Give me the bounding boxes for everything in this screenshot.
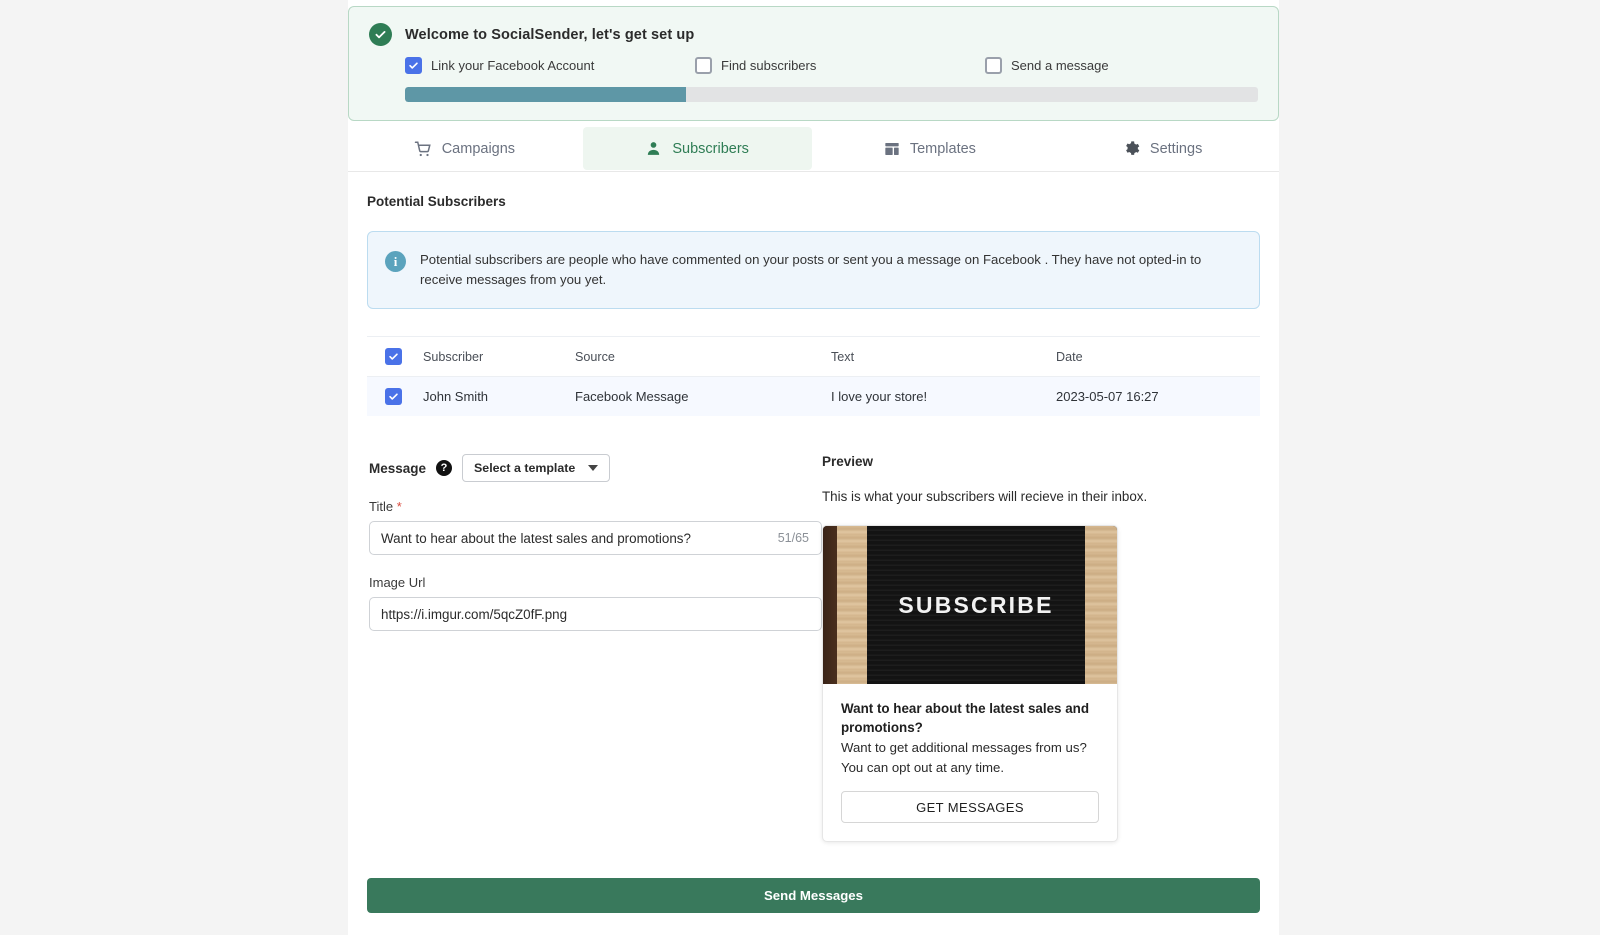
subscribers-table: Subscriber Source Text Date John Smith F… xyxy=(367,336,1260,417)
table-header-row: Subscriber Source Text Date xyxy=(367,336,1260,377)
tab-campaigns[interactable]: Campaigns xyxy=(350,127,579,170)
column-header-source[interactable]: Source xyxy=(575,337,831,377)
help-icon[interactable]: ? xyxy=(436,460,453,477)
row-checkbox[interactable] xyxy=(385,388,402,406)
title-label-text: Title xyxy=(369,499,394,515)
progress-fill xyxy=(405,87,687,102)
column-header-date[interactable]: Date xyxy=(1056,337,1260,377)
preview-card-text: Want to get additional messages from us?… xyxy=(841,740,1087,775)
preview-subtext: This is what your subscribers will recie… xyxy=(822,489,1148,505)
message-row: Message ? Select a template xyxy=(369,454,822,483)
image-frame-left xyxy=(837,526,867,685)
cell-date: 2023-05-07 16:27 xyxy=(1056,389,1159,405)
tab-label: Subscribers xyxy=(672,140,749,157)
step-label: Find subscribers xyxy=(721,58,817,73)
tab-settings[interactable]: Settings xyxy=(1048,127,1277,170)
app-window: Welcome to SocialSender, let's get set u… xyxy=(348,0,1279,935)
title-input-wrapper[interactable]: Want to hear about the latest sales and … xyxy=(369,521,822,556)
onboarding-banner: Welcome to SocialSender, let's get set u… xyxy=(348,6,1279,121)
column-header-subscriber[interactable]: Subscriber xyxy=(423,337,575,377)
table-body: John Smith Facebook Message I love your … xyxy=(367,376,1260,417)
cell-subscriber: John Smith xyxy=(423,389,489,405)
tab-label: Settings xyxy=(1149,140,1203,157)
info-icon: i xyxy=(385,251,406,272)
info-banner-text: Potential subscribers are people who hav… xyxy=(420,252,1202,288)
preview-get-messages-button[interactable]: GET MESSAGES xyxy=(841,791,1099,824)
row-checkbox-cell[interactable] xyxy=(367,377,423,417)
step-checkbox[interactable] xyxy=(985,57,1002,74)
gear-icon xyxy=(1123,140,1140,157)
onboarding-steps: Link your Facebook Account Find subscrib… xyxy=(405,57,1258,74)
image-url-input[interactable]: https://i.imgur.com/5qcZ0fF.png xyxy=(381,607,809,622)
person-icon xyxy=(645,140,662,157)
title-input[interactable]: Want to hear about the latest sales and … xyxy=(381,531,778,546)
select-all-checkbox[interactable] xyxy=(385,348,402,366)
chevron-down-icon xyxy=(588,465,599,472)
cell-text: I love your store! xyxy=(831,389,928,405)
preview-card: SUBSCRIBE Want to hear about the latest … xyxy=(822,525,1118,843)
info-banner: i Potential subscribers are people who h… xyxy=(367,231,1260,310)
check-circle-icon xyxy=(369,23,392,46)
image-frame-right xyxy=(1085,526,1117,685)
preview-card-title: Want to hear about the latest sales and … xyxy=(841,701,1090,736)
cell-source: Facebook Message xyxy=(575,389,689,405)
onboarding-title: Welcome to SocialSender, let's get set u… xyxy=(405,26,695,43)
cart-icon xyxy=(414,140,432,158)
template-select[interactable]: Select a template xyxy=(462,454,611,483)
onboarding-step-link-facebook[interactable]: Link your Facebook Account xyxy=(405,57,695,74)
image-url-field-label: Image Url xyxy=(369,575,426,591)
message-label: Message xyxy=(369,460,427,476)
title-field-label: Title * xyxy=(369,499,822,514)
select-all-checkbox-cell[interactable] xyxy=(367,337,423,377)
template-select-value: Select a template xyxy=(474,461,576,476)
composer-section: Message ? Select a template Title * Want… xyxy=(367,454,1260,843)
letterboard-text: SUBSCRIBE xyxy=(898,591,1054,618)
onboarding-step-send-message[interactable]: Send a message xyxy=(985,57,1109,74)
main-content: Potential Subscribers i Potential subscr… xyxy=(348,172,1279,878)
step-label: Link your Facebook Account xyxy=(431,58,595,73)
tab-label: Campaigns xyxy=(441,140,516,157)
preview-panel: Preview This is what your subscribers wi… xyxy=(822,454,1260,843)
send-messages-button[interactable]: Send Messages xyxy=(367,878,1260,914)
layout-icon xyxy=(884,141,900,157)
title-char-counter: 51/65 xyxy=(777,531,809,546)
image-frame-dark-edge xyxy=(823,526,837,685)
onboarding-progress-bar xyxy=(405,87,1258,102)
tab-label: Templates xyxy=(909,140,976,157)
column-header-text[interactable]: Text xyxy=(831,337,1056,377)
onboarding-header: Welcome to SocialSender, let's get set u… xyxy=(369,23,1258,46)
message-form: Message ? Select a template Title * Want… xyxy=(367,454,822,842)
preview-card-body: Want to hear about the latest sales and … xyxy=(823,684,1117,841)
main-tab-bar: Campaigns Subscribers Templates Settings xyxy=(348,126,1279,172)
preview-image: SUBSCRIBE xyxy=(823,526,1117,685)
step-checkbox[interactable] xyxy=(695,57,712,74)
page-title: Potential Subscribers xyxy=(367,194,506,209)
tab-subscribers[interactable]: Subscribers xyxy=(582,127,812,170)
table-row[interactable]: John Smith Facebook Message I love your … xyxy=(367,376,1260,417)
letterboard: SUBSCRIBE xyxy=(867,526,1085,685)
step-label: Send a message xyxy=(1011,58,1109,73)
image-url-input-wrapper[interactable]: https://i.imgur.com/5qcZ0fF.png xyxy=(369,597,822,632)
onboarding-step-find-subscribers[interactable]: Find subscribers xyxy=(695,57,985,74)
required-marker: * xyxy=(396,499,402,515)
step-checkbox-checked[interactable] xyxy=(405,57,422,74)
table-header: Subscriber Source Text Date xyxy=(367,336,1260,377)
tab-templates[interactable]: Templates xyxy=(816,127,1045,170)
preview-heading: Preview xyxy=(822,454,874,470)
